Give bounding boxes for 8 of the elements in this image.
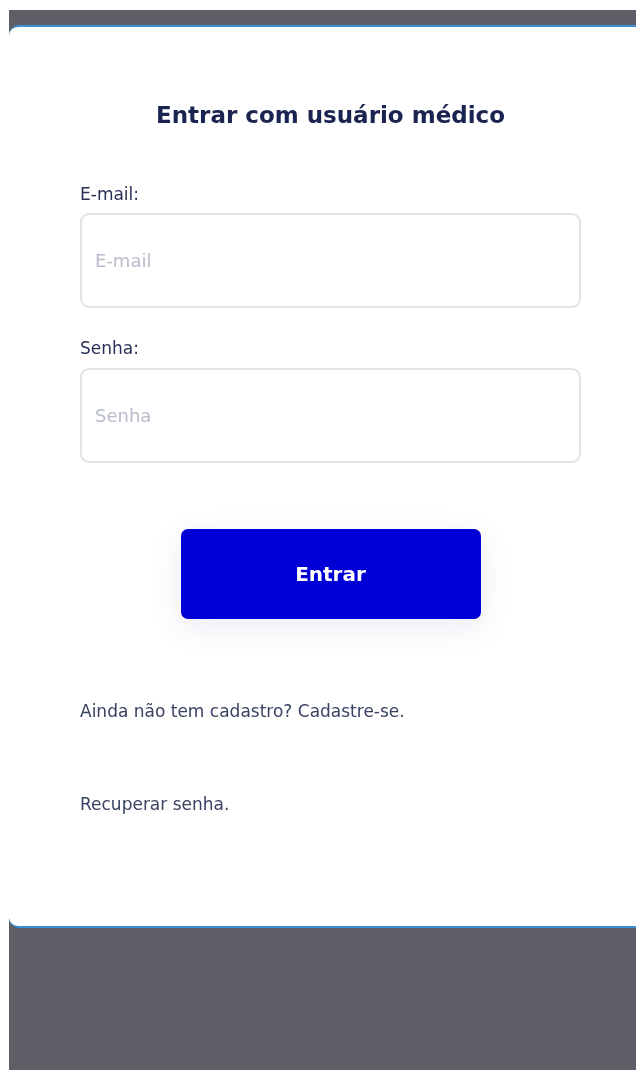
input-field[interactable]: Senha	[80, 367, 581, 463]
input-field[interactable]: E-mail	[80, 213, 581, 309]
form-title: Entrar com usuário médico	[154, 102, 506, 130]
signup-link[interactable]: Ainda não tem cadastro? Cadastre-se.	[80, 698, 405, 725]
recover-password-link[interactable]: Recuperar senha.	[80, 792, 230, 818]
login-button[interactable]: Entrar	[180, 528, 481, 619]
field-label: Senha:	[80, 337, 140, 361]
field-label: E-mail:	[80, 182, 141, 206]
